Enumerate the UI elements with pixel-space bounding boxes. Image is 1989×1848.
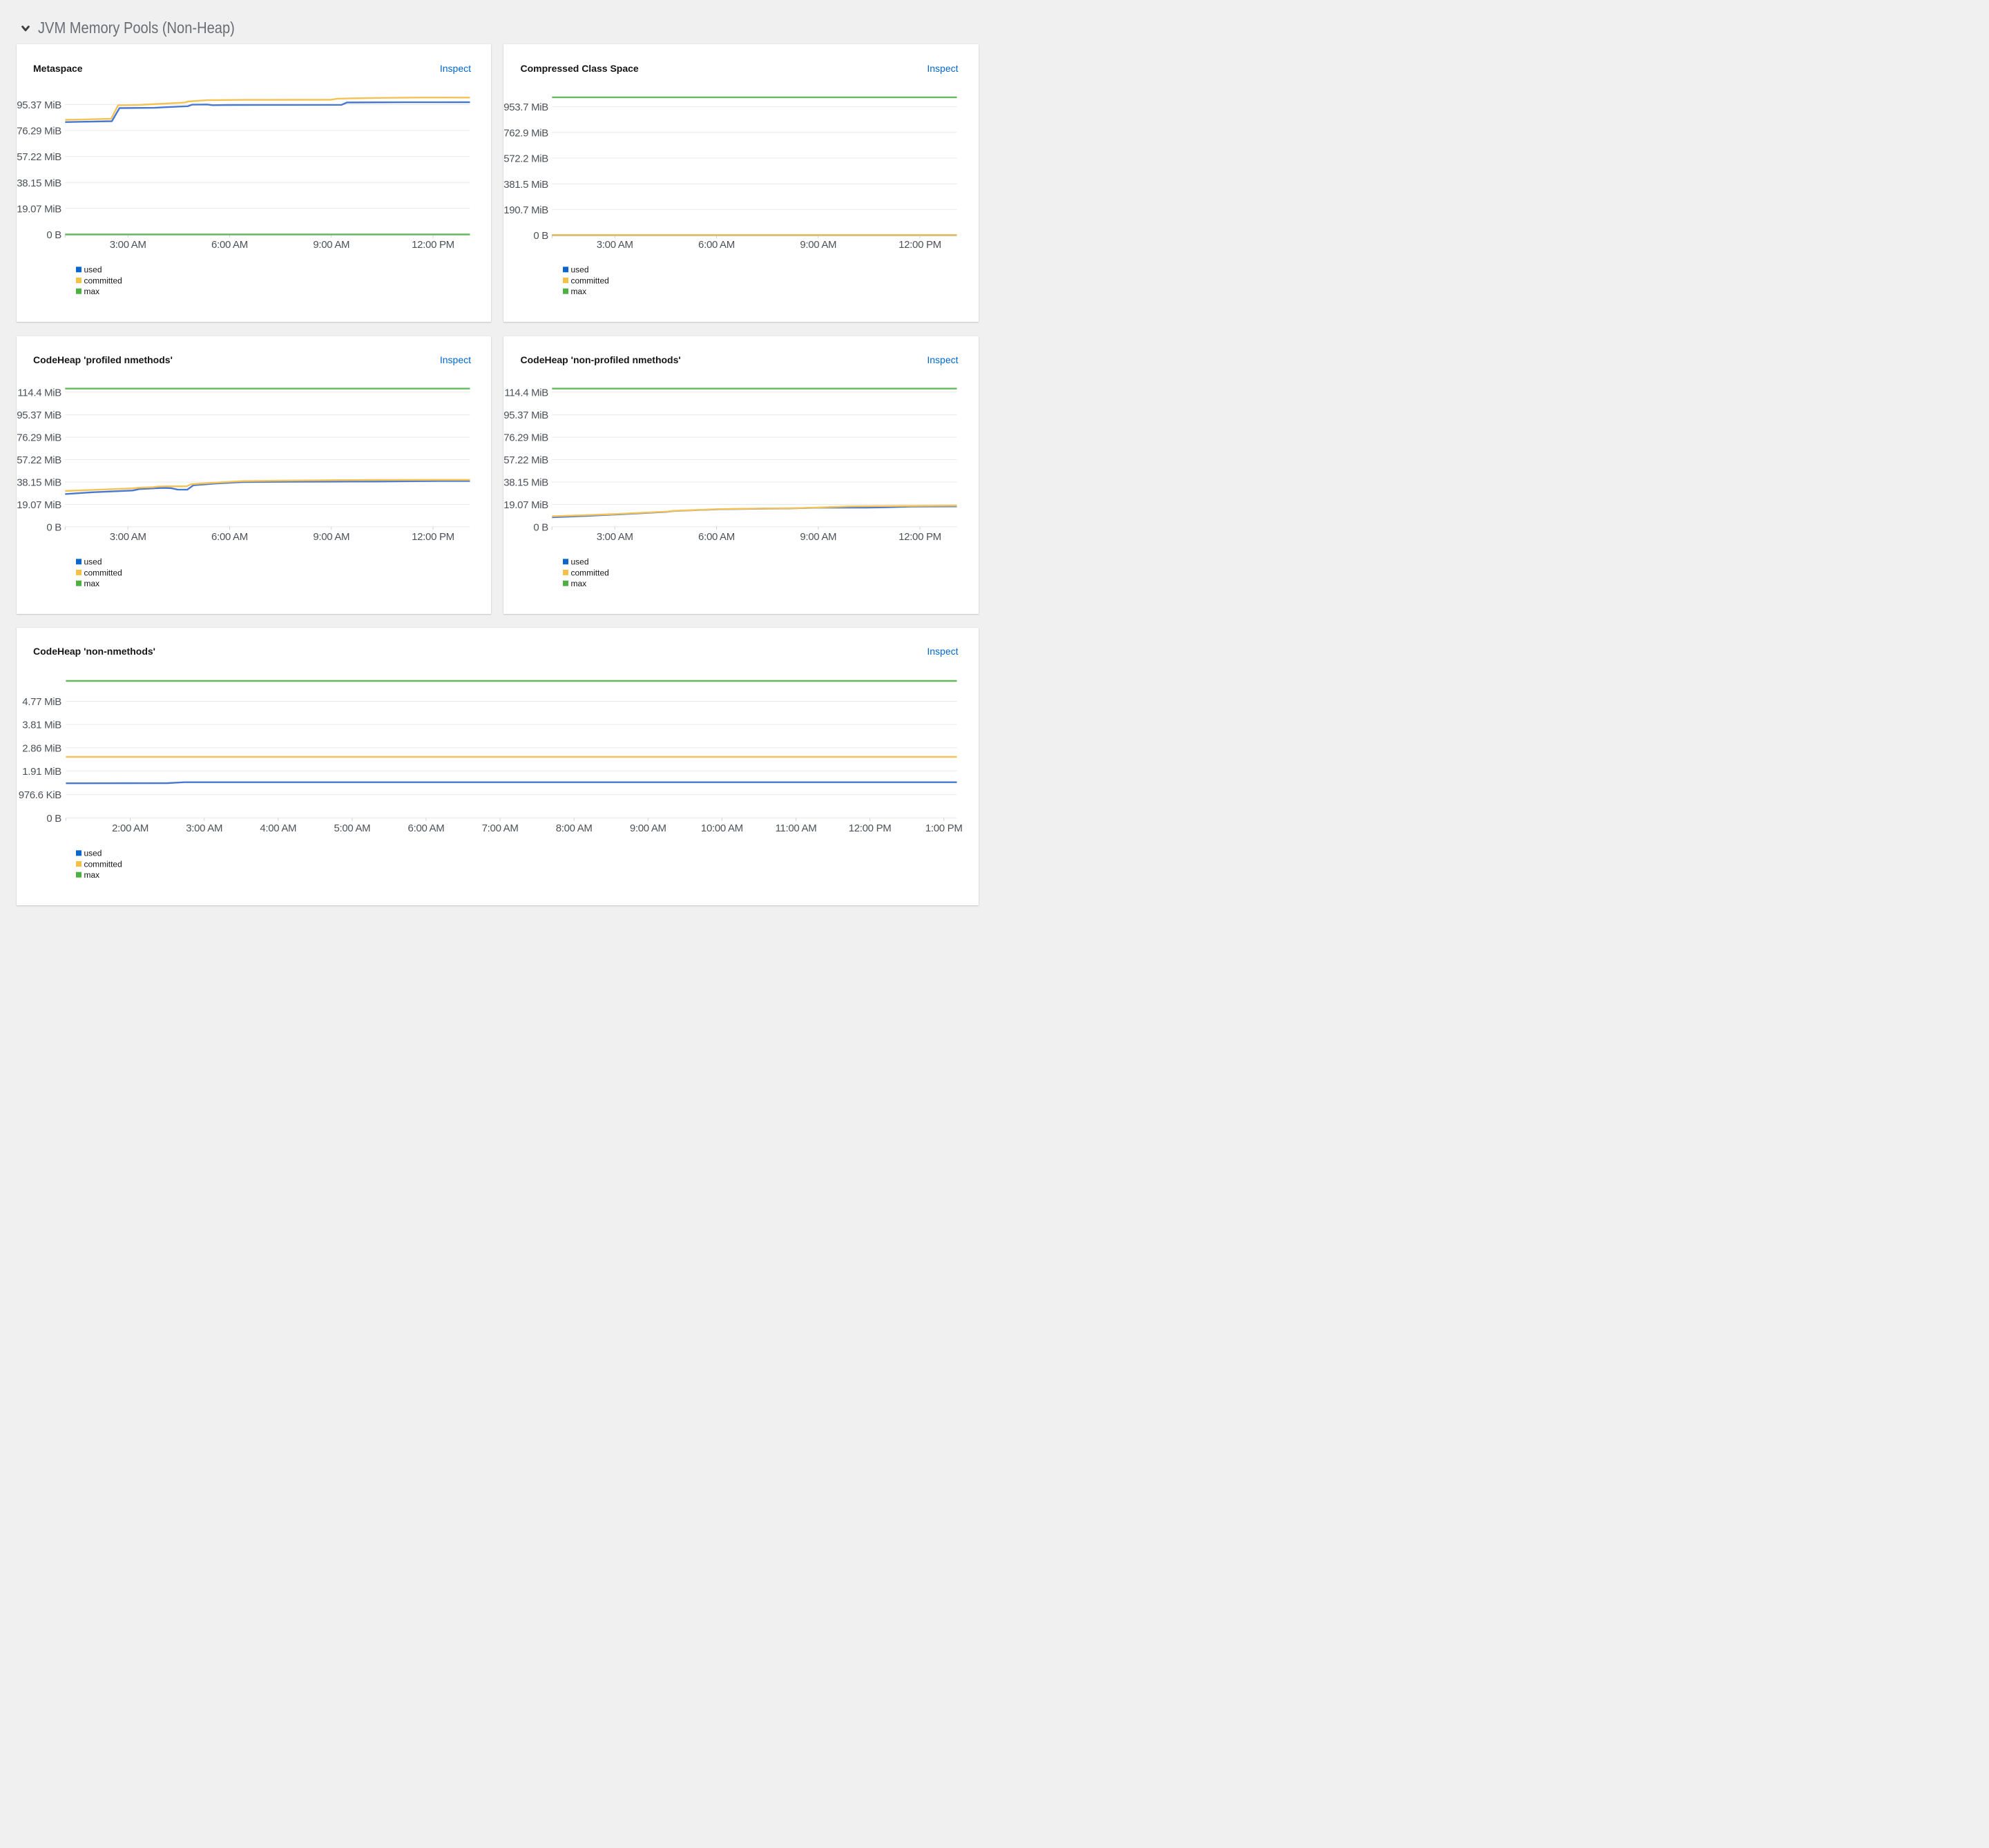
svg-text:used: used xyxy=(84,557,102,566)
svg-text:6:00 AM: 6:00 AM xyxy=(698,239,735,251)
svg-text:committed: committed xyxy=(84,859,122,869)
svg-text:572.2 MiB: 572.2 MiB xyxy=(503,153,548,165)
svg-text:6:00 AM: 6:00 AM xyxy=(698,531,735,543)
svg-text:95.37 MiB: 95.37 MiB xyxy=(503,410,548,421)
svg-text:190.7 MiB: 190.7 MiB xyxy=(503,204,548,216)
svg-text:12:00 PM: 12:00 PM xyxy=(848,822,891,834)
svg-text:38.15 MiB: 38.15 MiB xyxy=(17,177,61,189)
svg-text:1.91 MiB: 1.91 MiB xyxy=(22,765,61,777)
svg-text:38.15 MiB: 38.15 MiB xyxy=(503,477,548,488)
svg-text:12:00 PM: 12:00 PM xyxy=(412,531,454,543)
svg-text:max: max xyxy=(84,578,99,588)
svg-text:0 B: 0 B xyxy=(46,229,61,241)
svg-text:19.07 MiB: 19.07 MiB xyxy=(17,499,61,511)
svg-text:9:00 AM: 9:00 AM xyxy=(800,239,836,251)
svg-text:0 B: 0 B xyxy=(533,521,548,533)
svg-text:114.4 MiB: 114.4 MiB xyxy=(17,387,61,398)
svg-text:committed: committed xyxy=(571,276,609,285)
svg-text:4.77 MiB: 4.77 MiB xyxy=(22,696,61,708)
svg-text:57.22 MiB: 57.22 MiB xyxy=(503,454,548,466)
svg-text:used: used xyxy=(571,557,589,566)
svg-text:114.4 MiB: 114.4 MiB xyxy=(504,387,548,398)
svg-text:used: used xyxy=(571,265,589,275)
svg-text:used: used xyxy=(84,848,102,858)
svg-text:4:00 AM: 4:00 AM xyxy=(260,822,296,834)
svg-text:12:00 PM: 12:00 PM xyxy=(899,239,941,251)
svg-text:1:00 PM: 1:00 PM xyxy=(925,822,962,834)
svg-text:committed: committed xyxy=(84,568,122,577)
svg-text:9:00 AM: 9:00 AM xyxy=(629,822,666,834)
svg-text:5:00 AM: 5:00 AM xyxy=(334,822,370,834)
svg-text:12:00 PM: 12:00 PM xyxy=(412,239,454,251)
svg-text:381.5 MiB: 381.5 MiB xyxy=(503,179,548,191)
svg-text:3:00 AM: 3:00 AM xyxy=(109,531,146,543)
svg-text:762.9 MiB: 762.9 MiB xyxy=(503,127,548,139)
svg-text:76.29 MiB: 76.29 MiB xyxy=(503,432,548,443)
svg-text:9:00 AM: 9:00 AM xyxy=(800,531,836,543)
svg-text:9:00 AM: 9:00 AM xyxy=(313,531,349,543)
svg-text:3.81 MiB: 3.81 MiB xyxy=(22,719,61,731)
svg-text:6:00 AM: 6:00 AM xyxy=(211,531,248,543)
svg-text:953.7 MiB: 953.7 MiB xyxy=(503,102,548,113)
svg-text:57.22 MiB: 57.22 MiB xyxy=(17,454,61,466)
svg-text:19.07 MiB: 19.07 MiB xyxy=(17,203,61,215)
svg-text:0 B: 0 B xyxy=(46,521,61,533)
svg-text:3:00 AM: 3:00 AM xyxy=(186,822,222,834)
svg-text:3:00 AM: 3:00 AM xyxy=(109,239,146,251)
svg-text:38.15 MiB: 38.15 MiB xyxy=(17,477,61,488)
svg-text:6:00 AM: 6:00 AM xyxy=(407,822,444,834)
svg-text:max: max xyxy=(571,578,587,588)
svg-text:6:00 AM: 6:00 AM xyxy=(211,239,248,251)
svg-text:8:00 AM: 8:00 AM xyxy=(555,822,592,834)
svg-text:max: max xyxy=(84,287,99,296)
svg-text:76.29 MiB: 76.29 MiB xyxy=(17,126,61,137)
svg-text:committed: committed xyxy=(84,276,122,285)
svg-text:12:00 PM: 12:00 PM xyxy=(899,531,941,543)
svg-text:57.22 MiB: 57.22 MiB xyxy=(17,151,61,163)
svg-text:11:00 AM: 11:00 AM xyxy=(775,822,816,834)
svg-text:3:00 AM: 3:00 AM xyxy=(597,531,633,543)
svg-text:10:00 AM: 10:00 AM xyxy=(700,822,742,834)
svg-text:used: used xyxy=(84,265,102,275)
svg-text:95.37 MiB: 95.37 MiB xyxy=(17,99,61,111)
svg-text:0 B: 0 B xyxy=(533,230,548,242)
svg-text:95.37 MiB: 95.37 MiB xyxy=(17,410,61,421)
svg-text:2:00 AM: 2:00 AM xyxy=(112,822,148,834)
svg-text:max: max xyxy=(84,870,99,880)
svg-text:2.86 MiB: 2.86 MiB xyxy=(22,742,61,754)
svg-text:max: max xyxy=(571,287,587,296)
svg-text:3:00 AM: 3:00 AM xyxy=(597,239,633,251)
svg-text:76.29 MiB: 76.29 MiB xyxy=(17,432,61,443)
svg-text:9:00 AM: 9:00 AM xyxy=(313,239,349,251)
svg-text:19.07 MiB: 19.07 MiB xyxy=(503,499,548,511)
svg-text:7:00 AM: 7:00 AM xyxy=(481,822,518,834)
svg-text:0 B: 0 B xyxy=(46,812,61,824)
svg-text:committed: committed xyxy=(571,568,609,577)
svg-text:976.6 KiB: 976.6 KiB xyxy=(18,789,61,801)
